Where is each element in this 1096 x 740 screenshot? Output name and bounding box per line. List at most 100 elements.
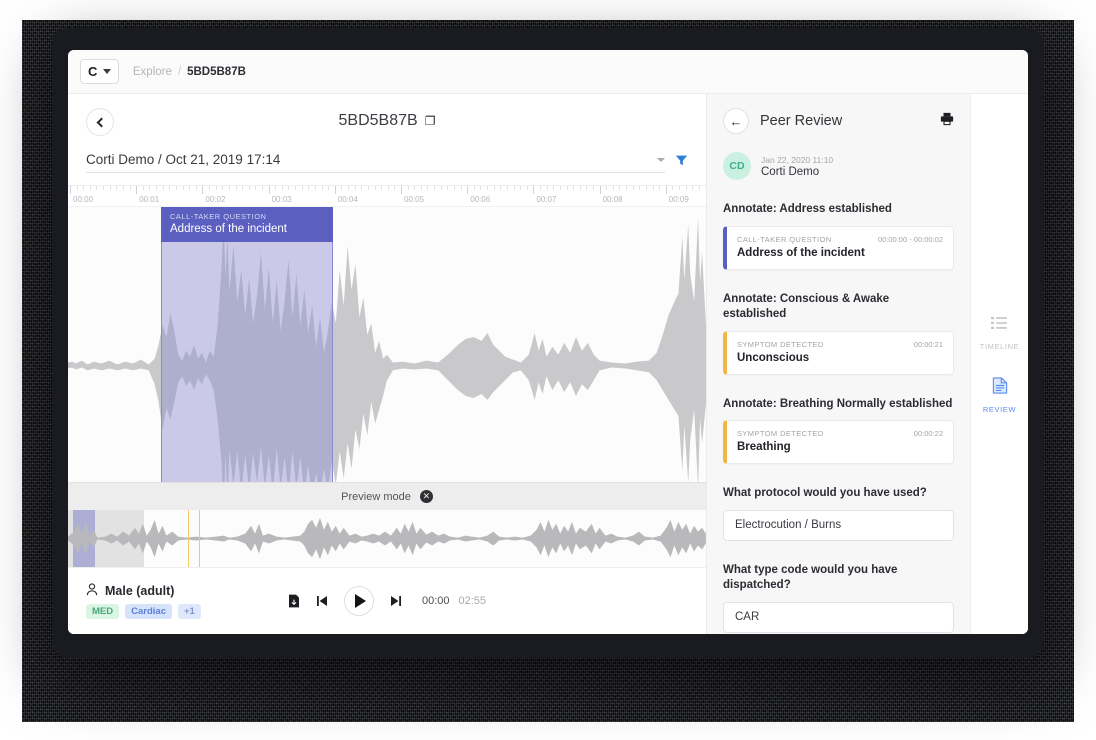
annotation-text: Unconscious — [737, 352, 943, 364]
ruler-tick-minor — [255, 186, 256, 190]
copy-icon[interactable]: ❐ — [425, 114, 436, 128]
ruler-tick-major — [269, 186, 270, 194]
ruler-tick-minor — [308, 186, 309, 190]
back-button[interactable] — [86, 108, 114, 136]
close-icon[interactable]: ✕ — [420, 490, 433, 503]
side-rail: TIMELINE REVIEW — [970, 94, 1028, 634]
ruler-tick-minor — [262, 186, 263, 190]
rail-label-timeline: TIMELINE — [980, 342, 1019, 351]
annotation-time: 00:00:21 — [914, 340, 943, 349]
ruler-tick-minor — [461, 186, 462, 190]
author-name: Corti Demo — [761, 166, 833, 178]
app-window: C Explore / 5BD5B87B 5BD5B87B ❐ — [68, 50, 1028, 634]
ruler-tick-minor — [348, 186, 349, 190]
ruler-tick-minor — [686, 186, 687, 190]
selection-annotation-chip[interactable]: CALL-TAKER QUESTION Address of the incid… — [161, 207, 333, 242]
ruler-tick-minor — [368, 186, 369, 190]
annotation-kind: CALL-TAKER QUESTION — [737, 235, 832, 244]
time-display: 00:00 02:55 — [422, 595, 486, 607]
ruler-tick-minor — [236, 186, 237, 190]
download-icon[interactable] — [288, 594, 300, 608]
ruler-tick-label: 00:06 — [467, 195, 490, 204]
annotation-time: 00:00:22 — [914, 429, 943, 438]
timeline-ruler[interactable]: 00:0000:0100:0200:0300:0400:0500:0600:07… — [68, 185, 706, 207]
rail-label-review: REVIEW — [983, 405, 1016, 414]
ruler-tick-minor — [540, 186, 541, 190]
ruler-tick-label: 00:04 — [335, 195, 358, 204]
ruler-tick-minor — [507, 186, 508, 190]
ruler-tick-minor — [315, 186, 316, 190]
player-header: 5BD5B87B ❐ — [68, 94, 706, 136]
page-margin-bottom — [0, 722, 1096, 740]
annotation-card-1[interactable]: CALL-TAKER QUESTION 00:00:00 - 00:00:02 … — [723, 226, 954, 270]
ruler-tick-minor — [216, 186, 217, 190]
breadcrumb-explore-link[interactable]: Explore — [133, 66, 172, 78]
ruler-tick-label: 00:07 — [533, 195, 556, 204]
printer-icon[interactable] — [940, 112, 954, 131]
annotation-text: Breathing — [737, 441, 943, 453]
ruler-tick-minor — [103, 186, 104, 190]
ruler-tick-label: 00:00 — [70, 195, 93, 204]
ruler-tick-major — [467, 186, 468, 194]
tag-med[interactable]: MED — [86, 604, 119, 619]
ruler-tick-minor — [116, 186, 117, 190]
chevron-left-icon — [96, 117, 106, 127]
preview-mode-label: Preview mode — [341, 491, 411, 503]
ruler-tick-minor — [83, 186, 84, 190]
ruler-tick-minor — [606, 186, 607, 190]
annotation-time: 00:00:00 - 00:00:02 — [878, 235, 943, 244]
tag-cardiac[interactable]: Cardiac — [125, 604, 172, 619]
ruler-tick-minor — [123, 186, 124, 190]
breadcrumb-current: 5BD5B87B — [187, 66, 246, 78]
ruler-tick-minor — [143, 186, 144, 190]
ruler-tick-minor — [699, 186, 700, 190]
ruler-tick-minor — [586, 186, 587, 190]
rail-item-timeline[interactable]: TIMELINE — [980, 315, 1019, 351]
document-icon — [992, 377, 1008, 399]
waveform-overview-strip[interactable] — [68, 510, 706, 568]
ruler-tick-minor — [189, 186, 190, 190]
author-text: Jan 22, 2020 11:10 Corti Demo — [761, 155, 833, 178]
ruler-tick-minor — [619, 186, 620, 190]
selection-chip-text: Address of the incident — [170, 223, 324, 235]
ruler-tick-minor — [580, 186, 581, 190]
rail-item-review[interactable]: REVIEW — [983, 377, 1016, 414]
player-column: 5BD5B87B ❐ Corti Demo / Oct 21, 2019 17:… — [68, 94, 706, 634]
ruler-tick-minor — [130, 186, 131, 190]
overview-marker — [188, 510, 189, 567]
ruler-tick-minor — [593, 186, 594, 190]
waveform-stage[interactable]: CALL-TAKER QUESTION Address of the incid… — [68, 207, 706, 482]
ruler-tick-minor — [355, 186, 356, 190]
play-button[interactable] — [344, 586, 374, 616]
ruler-tick-minor — [547, 186, 548, 190]
protocol-input[interactable]: Electrocution / Burns — [723, 510, 954, 541]
selection-chip-kind: CALL-TAKER QUESTION — [170, 212, 324, 221]
annotation-card-3[interactable]: SYMPTOM DETECTED 00:00:22 Breathing — [723, 420, 954, 464]
annotation-kind: SYMPTOM DETECTED — [737, 429, 824, 438]
org-switcher-button[interactable]: C — [80, 59, 119, 84]
page-margin-right — [1074, 0, 1096, 740]
filter-icon[interactable] — [675, 154, 688, 172]
ruler-tick-minor — [553, 186, 554, 190]
skip-back-icon[interactable] — [316, 595, 328, 607]
ruler-tick-minor — [414, 186, 415, 190]
chevron-down-icon — [103, 69, 111, 74]
case-select-dropdown[interactable]: Corti Demo / Oct 21, 2019 17:14 — [86, 152, 665, 173]
typecode-input[interactable]: CAR — [723, 602, 954, 633]
annotation-card-2[interactable]: SYMPTOM DETECTED 00:00:21 Unconscious — [723, 331, 954, 375]
ruler-tick-minor — [196, 186, 197, 190]
ruler-tick-major — [70, 186, 71, 194]
patient-tags: MED Cardiac +1 — [86, 604, 201, 619]
tag-more[interactable]: +1 — [178, 604, 201, 619]
panel-back-button[interactable]: ← — [723, 108, 749, 134]
skip-forward-icon[interactable] — [390, 595, 402, 607]
ruler-tick-minor — [560, 186, 561, 190]
panel-title: Peer Review — [760, 113, 929, 129]
player-footer: Male (adult) MED Cardiac +1 — [68, 568, 706, 634]
ruler-tick-minor — [434, 186, 435, 190]
patient-label: Male (adult) — [105, 584, 174, 598]
ruler-tick-major — [666, 186, 667, 194]
ruler-tick-minor — [341, 186, 342, 190]
ruler-tick-minor — [375, 186, 376, 190]
ruler-tick-major — [136, 186, 137, 194]
